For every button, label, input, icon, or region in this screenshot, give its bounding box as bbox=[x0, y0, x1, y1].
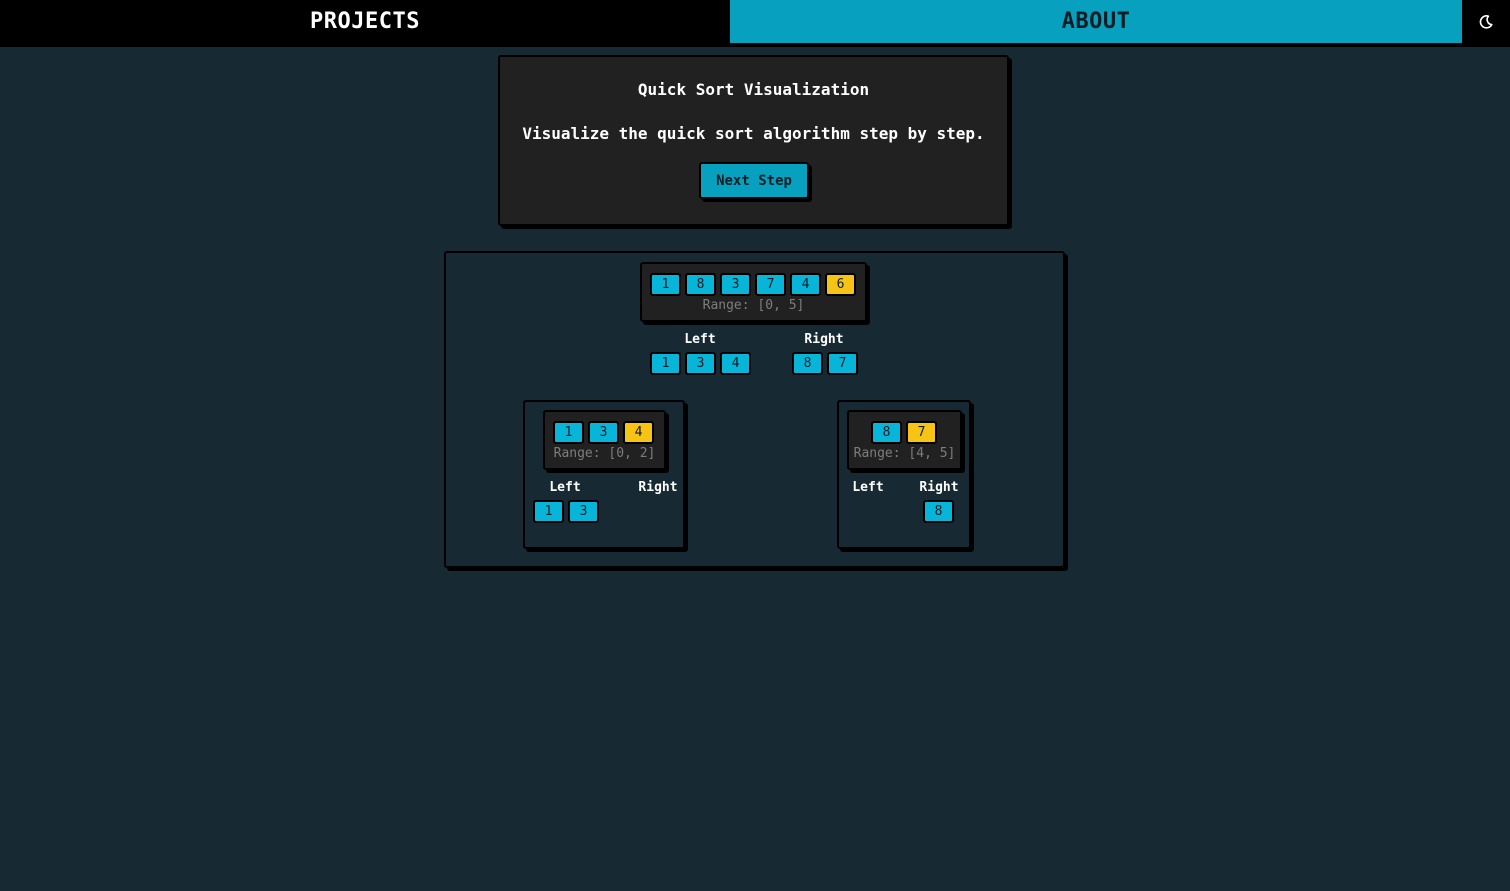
left-partition-cell: 1 bbox=[533, 500, 564, 523]
right-partition-cell: 8 bbox=[792, 352, 823, 375]
right-partition-label: Right bbox=[804, 332, 844, 347]
array-cell: 3 bbox=[720, 273, 751, 296]
right-child-node: 8 7 Range: [4, 5] bbox=[847, 410, 962, 470]
array-cell: 1 bbox=[650, 273, 681, 296]
next-step-button[interactable]: Next Step bbox=[699, 162, 809, 199]
nav-tab-projects[interactable]: PROJECTS bbox=[0, 0, 730, 43]
left-subtree: 1 3 4 Range: [0, 2] Left Right 1 3 bbox=[523, 400, 685, 549]
left-partition-label: Left bbox=[684, 332, 716, 347]
theme-toggle-button[interactable] bbox=[1462, 0, 1510, 43]
moon-icon bbox=[1479, 14, 1493, 29]
top-navigation: PROJECTS ABOUT bbox=[0, 0, 1510, 47]
right-subtree: 8 7 Range: [4, 5] Left Right 8 bbox=[837, 400, 971, 549]
left-partition-cell: 3 bbox=[685, 352, 716, 375]
left-partition-cell: 1 bbox=[650, 352, 681, 375]
left-partition-cell: 4 bbox=[720, 352, 751, 375]
right-partition-label: Right bbox=[919, 480, 959, 495]
info-card: Quick Sort Visualization Visualize the q… bbox=[498, 55, 1012, 229]
root-node: 1 8 3 7 4 6 Range: [0, 5] bbox=[640, 262, 867, 322]
pivot-cell: 4 bbox=[623, 421, 654, 444]
array-cell: 1 bbox=[553, 421, 584, 444]
left-partition-label: Left bbox=[549, 480, 581, 495]
array-cell: 4 bbox=[790, 273, 821, 296]
nav-tab-about[interactable]: ABOUT bbox=[730, 0, 1462, 43]
pivot-cell: 7 bbox=[906, 421, 937, 444]
right-partition-cell: 7 bbox=[827, 352, 858, 375]
range-label: Range: [0, 5] bbox=[702, 298, 805, 313]
card-description: Visualize the quick sort algorithm step … bbox=[522, 124, 985, 143]
range-label: Range: [4, 5] bbox=[853, 446, 956, 461]
array-cell: 8 bbox=[685, 273, 716, 296]
left-partition-label: Left bbox=[852, 480, 884, 495]
range-label: Range: [0, 2] bbox=[553, 446, 656, 461]
array-cell: 3 bbox=[588, 421, 619, 444]
array-cell: 7 bbox=[755, 273, 786, 296]
right-partition-label: Right bbox=[638, 480, 678, 495]
visualization-panel: 1 8 3 7 4 6 Range: [0, 5] Left Right 1 3… bbox=[444, 251, 1065, 568]
card-title: Quick Sort Visualization bbox=[637, 80, 870, 99]
left-partition-cell: 3 bbox=[568, 500, 599, 523]
array-cell: 8 bbox=[871, 421, 902, 444]
right-partition-cell: 8 bbox=[923, 500, 954, 523]
pivot-cell: 6 bbox=[825, 273, 856, 296]
left-child-node: 1 3 4 Range: [0, 2] bbox=[543, 410, 666, 470]
